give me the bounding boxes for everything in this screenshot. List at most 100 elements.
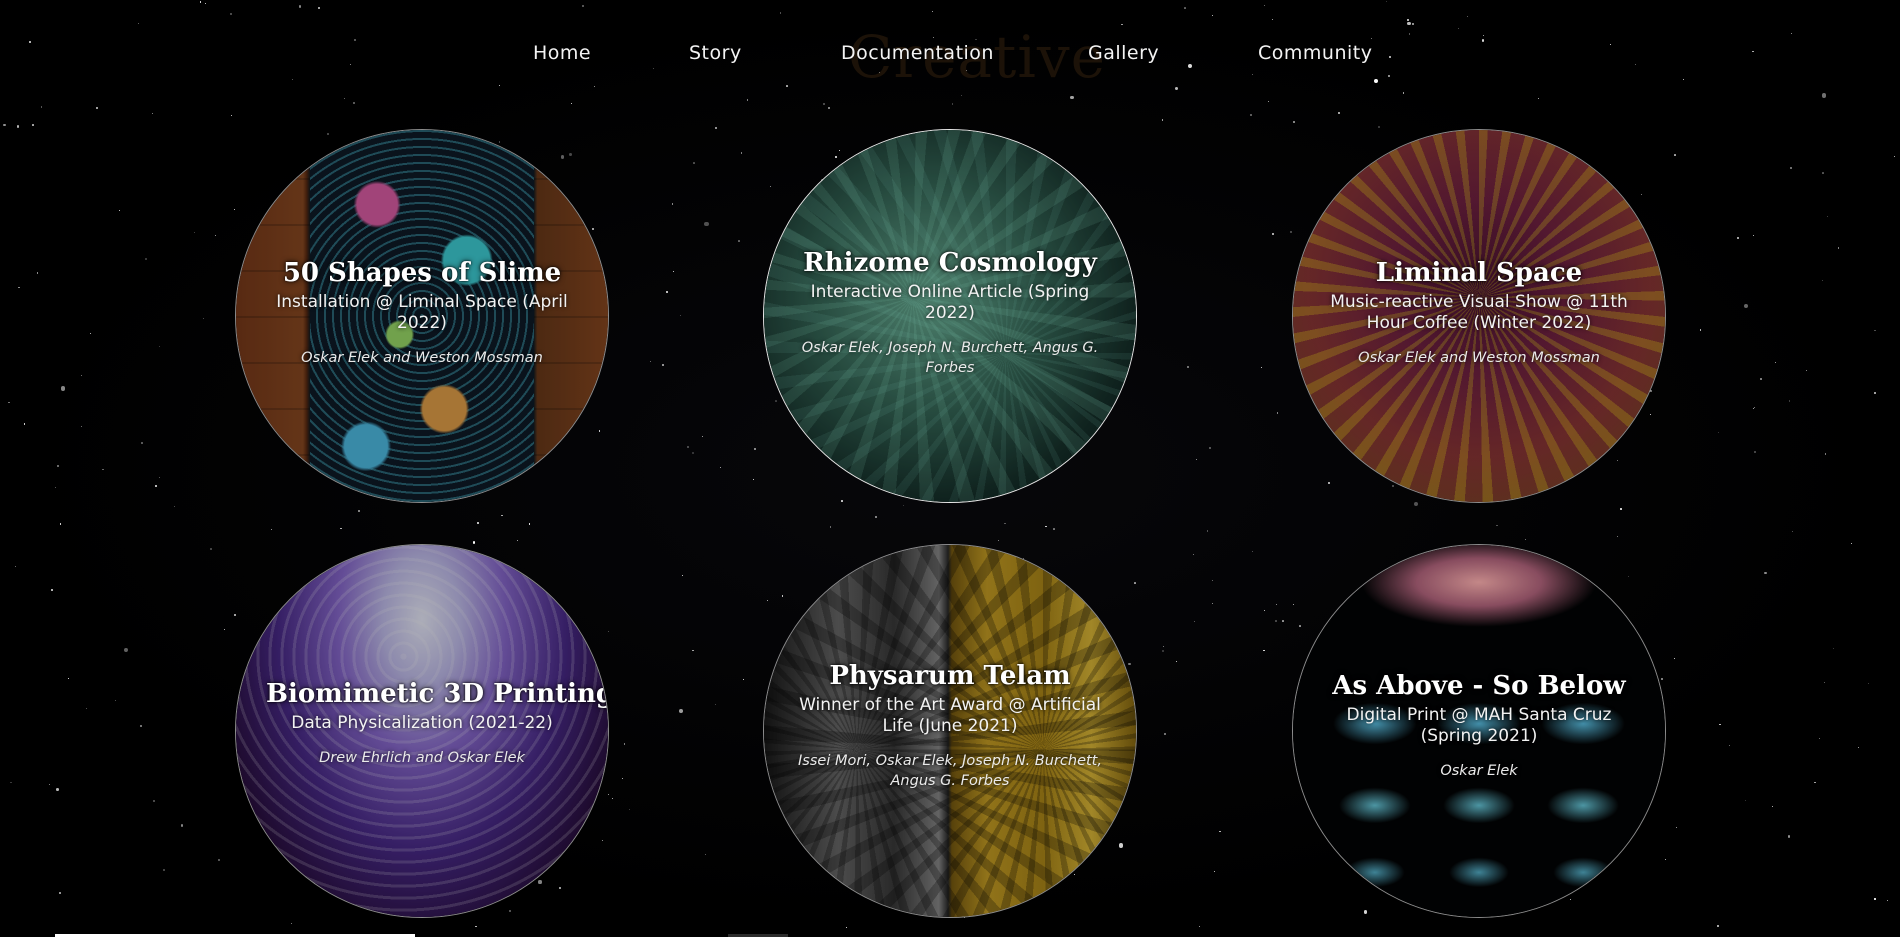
project-caption: Rhizome Cosmology Interactive Online Art… bbox=[794, 248, 1106, 378]
star bbox=[141, 442, 143, 444]
star bbox=[1833, 647, 1835, 649]
star bbox=[476, 521, 479, 524]
star bbox=[740, 152, 743, 154]
star bbox=[1274, 620, 1277, 623]
star bbox=[1263, 610, 1265, 612]
star bbox=[203, 317, 205, 319]
project-authors: Oskar Elek, Joseph N. Burchett, Angus G.… bbox=[801, 340, 1099, 376]
star bbox=[1850, 543, 1852, 545]
project-authors: Oskar Elek and Weston Mossman bbox=[1358, 350, 1600, 366]
star bbox=[102, 468, 105, 471]
project-subtitle: Music-reactive Visual Show @ 11th Hour C… bbox=[1330, 292, 1628, 333]
star bbox=[1524, 538, 1527, 541]
project-title: 50 Shapes of Slime bbox=[282, 258, 562, 288]
star bbox=[1378, 125, 1381, 128]
project-subtitle: Digital Print @ MAH Santa Cruz (Spring 2… bbox=[1346, 705, 1612, 746]
nav-story-link[interactable]: Story bbox=[689, 42, 742, 64]
star bbox=[153, 799, 156, 803]
star bbox=[1004, 522, 1006, 525]
star bbox=[1874, 898, 1876, 900]
star bbox=[680, 314, 681, 316]
star bbox=[1737, 237, 1740, 240]
star bbox=[180, 824, 184, 827]
star bbox=[875, 516, 878, 519]
star bbox=[85, 707, 88, 710]
star bbox=[1771, 806, 1773, 807]
nav-documentation-link[interactable]: Documentation bbox=[841, 42, 994, 64]
star bbox=[475, 926, 477, 928]
star bbox=[1716, 925, 1719, 928]
nav-gallery-link[interactable]: Gallery bbox=[1088, 42, 1159, 64]
star bbox=[1272, 233, 1275, 236]
project-card-liminal-space[interactable]: Liminal Space Music-reactive Visual Show… bbox=[1292, 129, 1666, 503]
project-authors: Oskar Elek bbox=[1440, 763, 1518, 779]
star bbox=[90, 333, 91, 334]
star bbox=[1760, 378, 1762, 380]
project-title: As Above - So Below bbox=[1332, 671, 1626, 701]
star bbox=[1161, 119, 1163, 121]
star bbox=[715, 704, 716, 706]
star bbox=[37, 272, 39, 274]
star bbox=[649, 360, 651, 363]
star bbox=[233, 208, 235, 210]
star bbox=[1414, 502, 1419, 507]
star bbox=[1821, 172, 1824, 175]
project-card-biomimetic-3d-printing[interactable]: Biomimetic 3D Printing Data Physicalizat… bbox=[235, 544, 609, 918]
star bbox=[1674, 154, 1676, 156]
star bbox=[16, 124, 20, 128]
project-card-rhizome-cosmology[interactable]: Rhizome Cosmology Interactive Online Art… bbox=[763, 129, 1137, 503]
star bbox=[290, 923, 292, 925]
star bbox=[1824, 452, 1827, 455]
star bbox=[704, 222, 709, 227]
star bbox=[1249, 113, 1252, 117]
star bbox=[681, 575, 683, 577]
star bbox=[1496, 524, 1498, 527]
star bbox=[623, 743, 626, 745]
star bbox=[1261, 367, 1262, 369]
star bbox=[472, 541, 476, 544]
star bbox=[516, 539, 518, 541]
star bbox=[1045, 525, 1047, 528]
star bbox=[1616, 535, 1618, 538]
star bbox=[194, 231, 196, 233]
star bbox=[81, 426, 83, 427]
star bbox=[1753, 450, 1756, 453]
star bbox=[1752, 408, 1754, 409]
project-authors: Oskar Elek and Weston Mossman bbox=[301, 350, 543, 366]
star bbox=[692, 649, 694, 651]
star bbox=[743, 678, 745, 680]
star bbox=[1719, 723, 1721, 725]
star bbox=[1699, 329, 1701, 331]
star bbox=[1837, 246, 1840, 249]
star bbox=[1275, 604, 1277, 605]
star bbox=[23, 423, 26, 425]
project-card-physarum-telam[interactable]: Physarum Telam Winner of the Art Award @… bbox=[763, 544, 1137, 918]
star bbox=[15, 566, 17, 568]
star bbox=[154, 485, 157, 488]
star bbox=[1213, 871, 1215, 873]
project-card-50-shapes-of-slime[interactable]: 50 Shapes of Slime Installation @ Limina… bbox=[235, 129, 609, 503]
star bbox=[1827, 215, 1829, 217]
star bbox=[753, 448, 756, 451]
star bbox=[720, 467, 722, 469]
star bbox=[48, 784, 50, 786]
project-caption: Biomimetic 3D Printing Data Physicalizat… bbox=[266, 679, 608, 768]
nav-community-link[interactable]: Community bbox=[1258, 42, 1372, 64]
star bbox=[622, 778, 624, 779]
star bbox=[702, 436, 703, 437]
star bbox=[1282, 619, 1284, 622]
star bbox=[671, 203, 674, 206]
project-card-as-above-so-below[interactable]: As Above - So Below Digital Print @ MAH … bbox=[1292, 544, 1666, 918]
star bbox=[1893, 156, 1895, 157]
nav-home-link[interactable]: Home bbox=[533, 42, 591, 64]
star bbox=[1774, 361, 1776, 363]
star bbox=[8, 401, 10, 404]
star bbox=[1886, 900, 1888, 902]
star bbox=[1789, 400, 1791, 402]
star bbox=[158, 345, 161, 348]
star bbox=[1292, 121, 1295, 124]
star bbox=[1162, 650, 1165, 653]
star bbox=[528, 522, 531, 525]
star bbox=[3, 123, 6, 126]
star bbox=[501, 514, 503, 517]
